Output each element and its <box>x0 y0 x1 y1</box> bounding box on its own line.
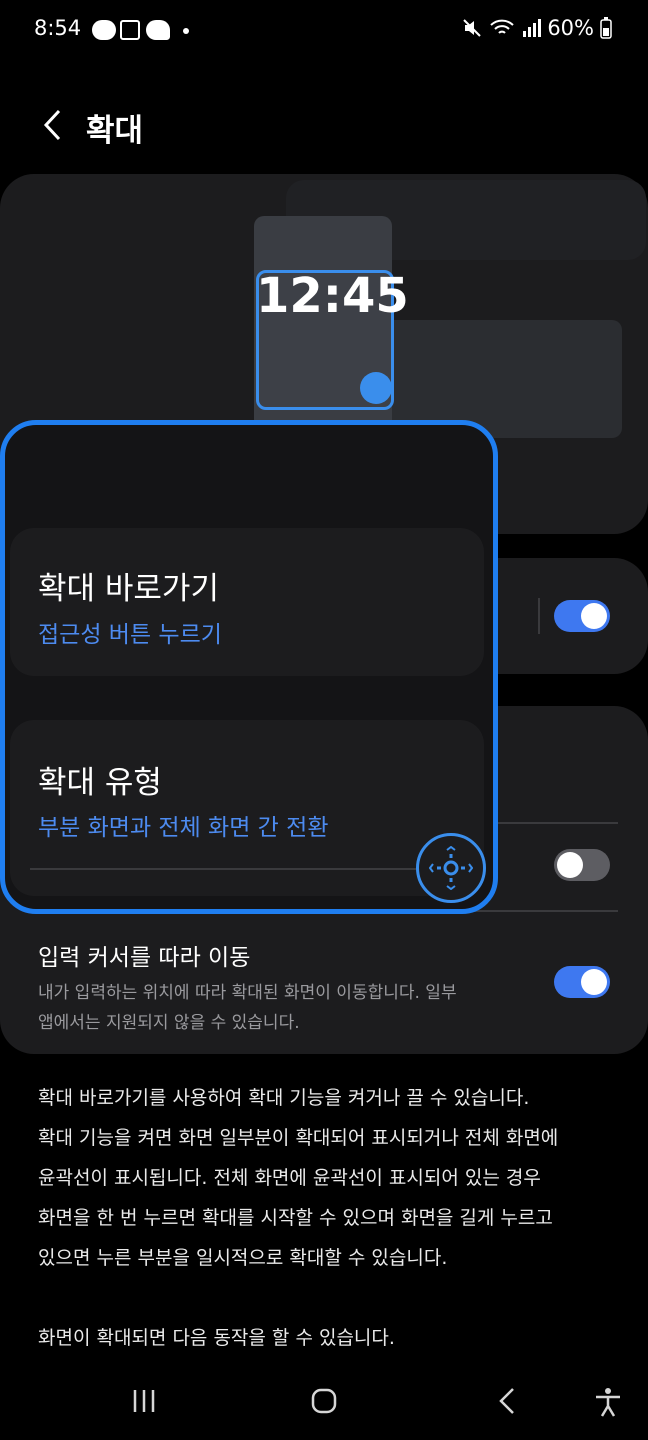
status-right: 60% <box>461 16 612 40</box>
chevron-left-icon <box>43 109 61 141</box>
home-icon <box>311 1388 337 1414</box>
wifi-icon <box>490 19 514 34</box>
home-button[interactable] <box>306 1386 342 1423</box>
follow-cursor-toggle[interactable] <box>554 966 610 998</box>
accessibility-button[interactable] <box>590 1386 626 1425</box>
back-button[interactable] <box>30 100 74 150</box>
follow-cursor-description: 내가 입력하는 위치에 따라 확대된 화면이 이동합니다. 일부 앱에서는 지원… <box>38 978 518 1038</box>
toggle-knob <box>581 603 607 629</box>
follow-cursor-title: 입력 커서를 따라 이동 <box>38 945 251 971</box>
navigation-bar <box>0 1370 648 1440</box>
gear-move-icon <box>429 846 473 890</box>
page-title: 확대 <box>86 113 144 149</box>
description-line: 앱에서는 지원되지 않을 수 있습니다. <box>38 1013 300 1033</box>
magnification-type-toggle[interactable] <box>554 849 610 881</box>
status-time: 8:54 <box>34 16 82 40</box>
description-footer: 화면이 확대되면 다음 동작을 할 수 있습니다. <box>38 1327 395 1349</box>
signal-icon <box>523 19 542 37</box>
description-line: 내가 입력하는 위치에 따라 확대된 화면이 이동합니다. 일부 <box>38 983 457 1003</box>
description-line: 윤곽선이 표시됩니다. 전체 화면에 윤곽선이 표시되어 있는 경우 <box>38 1167 541 1189</box>
preview-clock: 12:45 <box>256 268 409 324</box>
toggle-knob <box>581 969 607 995</box>
magnifier-settings-button[interactable] <box>416 833 486 903</box>
shortcut-subtitle: 접근성 버튼 누르기 <box>38 622 222 648</box>
recent-apps-button[interactable] <box>126 1386 162 1423</box>
magnification-type-title: 확대 유형 <box>38 765 162 801</box>
toggle-knob <box>557 852 583 878</box>
divider <box>488 822 618 824</box>
battery-percent: 60% <box>547 16 594 40</box>
battery-icon <box>600 17 612 39</box>
shortcut-title: 확대 바로가기 <box>38 571 219 607</box>
description-line: 있으면 누른 부분을 일시적으로 확대할 수 있습니다. <box>38 1247 448 1269</box>
gallery-icon <box>120 20 140 40</box>
description-text: 확대 바로가기를 사용하여 확대 기능을 켜거나 끌 수 있습니다. 확대 기능… <box>38 1078 618 1278</box>
shortcut-toggle[interactable] <box>554 600 610 632</box>
mute-icon <box>463 19 482 37</box>
preview-handle <box>360 372 392 404</box>
description-line: 확대 기능을 켜면 화면 일부분이 확대되어 표시되거나 전체 화면에 <box>38 1127 559 1149</box>
back-nav-button[interactable] <box>490 1386 526 1423</box>
magnification-type-subtitle: 부분 화면과 전체 화면 간 전환 <box>38 815 329 841</box>
description-line: 화면을 한 번 누르면 확대를 시작할 수 있으며 화면을 길게 누르고 <box>38 1207 553 1229</box>
toggle-divider <box>538 598 540 634</box>
accessibility-icon <box>596 1388 620 1417</box>
kakaotalk-icon <box>92 20 116 40</box>
notification-dot-icon <box>183 28 189 34</box>
description-line: 확대 바로가기를 사용하여 확대 기능을 켜거나 끌 수 있습니다. <box>38 1087 530 1109</box>
recent-apps-icon <box>133 1390 155 1412</box>
divider <box>30 868 430 870</box>
chat-icon <box>146 20 170 40</box>
back-nav-icon <box>499 1388 514 1414</box>
